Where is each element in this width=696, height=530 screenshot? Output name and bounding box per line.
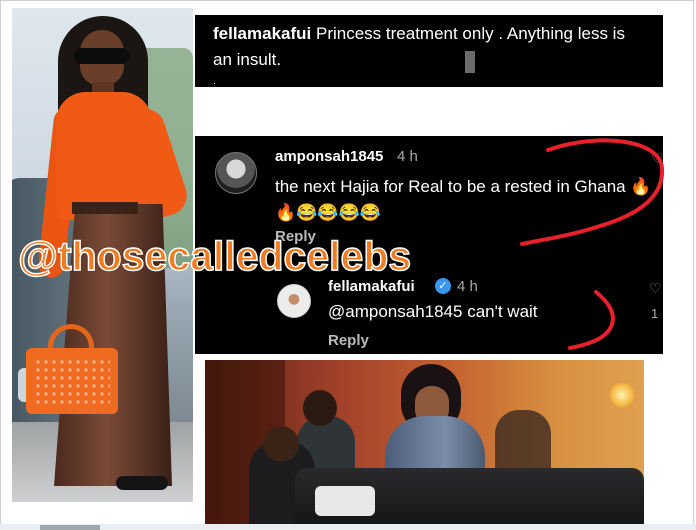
photo-handbag-pattern bbox=[34, 358, 110, 406]
verified-badge-icon: ✓ bbox=[435, 278, 451, 294]
photo-belt bbox=[72, 202, 138, 214]
bottom-strip bbox=[0, 524, 696, 530]
photo-light bbox=[609, 382, 635, 408]
heart-icon[interactable]: ♡ bbox=[649, 280, 662, 297]
comment-text: the next Hajia for Real to be a rested i… bbox=[275, 177, 652, 222]
caption-image-artifact bbox=[465, 51, 475, 73]
bottom-photo-group bbox=[205, 360, 644, 526]
avatar[interactable] bbox=[215, 152, 257, 194]
comment-text: @amponsah1845 can't wait bbox=[328, 302, 538, 321]
avatar[interactable] bbox=[277, 284, 311, 318]
watermark-handle: @thosecalledcelebs bbox=[17, 232, 412, 280]
photo-man-head bbox=[303, 390, 337, 426]
comment-username[interactable]: fellamakafui bbox=[328, 278, 415, 295]
photo-shoe bbox=[116, 476, 168, 490]
photo-car-detail bbox=[315, 486, 375, 516]
post-caption: fellamakafui Princess treatment only . A… bbox=[195, 15, 663, 87]
caption-dot: . bbox=[213, 76, 216, 87]
comment-username[interactable]: amponsah1845 bbox=[275, 148, 383, 165]
photo-sunglasses bbox=[74, 48, 130, 64]
reply-button[interactable]: Reply bbox=[328, 332, 369, 349]
like-count: 1 bbox=[651, 306, 659, 321]
comment-timestamp: 4 h bbox=[397, 148, 418, 165]
heart-icon[interactable]: ♡ bbox=[651, 150, 663, 167]
comment-timestamp: 4 h bbox=[457, 278, 478, 295]
bottom-scroll-indicator bbox=[40, 525, 100, 530]
caption-username[interactable]: fellamakafui bbox=[213, 24, 311, 43]
photo-man-head bbox=[263, 426, 299, 462]
